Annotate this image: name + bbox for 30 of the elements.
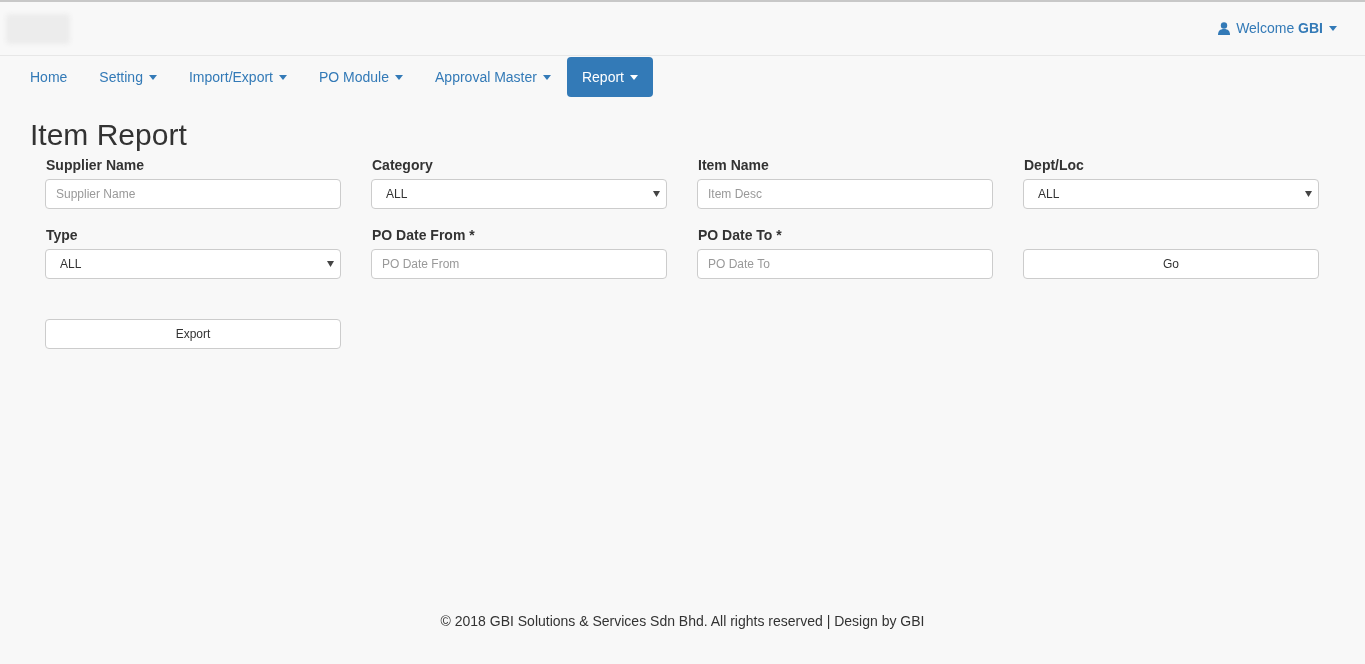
footer-text: © 2018 GBI Solutions & Services Sdn Bhd. All rights reserved | Design by GBI — [439, 612, 926, 631]
caret-icon — [327, 261, 334, 267]
field-label: PO Date From * — [371, 226, 476, 245]
nav-item[interactable]: Home — [14, 57, 84, 97]
user-menu-link[interactable]: Welcome GBI — [1218, 18, 1337, 39]
dropdown-select[interactable]: ALL — [45, 249, 341, 279]
nav-item[interactable]: Approval Master — [419, 57, 567, 97]
action-button[interactable]: Go — [1023, 249, 1319, 279]
caret-icon — [1305, 191, 1312, 197]
nav-item[interactable]: PO Module — [303, 57, 420, 97]
caret-icon — [1329, 26, 1337, 31]
input-field[interactable]: Supplier Name — [45, 179, 341, 209]
page-title: Item Report — [30, 117, 188, 153]
nav-item[interactable]: Import/Export — [172, 57, 303, 97]
user-icon — [1218, 22, 1231, 35]
caret-icon — [653, 191, 660, 197]
field-label: Supplier Name — [45, 156, 146, 175]
nav-item[interactable]: Report — [566, 57, 653, 97]
field-label: Item Name — [697, 156, 770, 175]
field-label: Category — [371, 156, 434, 175]
field-label: PO Date To * — [697, 226, 783, 245]
input-field[interactable]: Item Desc — [697, 179, 993, 209]
nav-item[interactable]: Setting — [83, 57, 173, 97]
dropdown-select[interactable]: ALL — [371, 179, 667, 209]
input-field[interactable]: PO Date From — [371, 249, 667, 279]
field-label: Type — [45, 226, 79, 245]
action-button[interactable]: Export — [45, 319, 341, 349]
field-label: Dept/Loc — [1023, 156, 1085, 175]
dropdown-select[interactable]: ALL — [1023, 179, 1319, 209]
input-field[interactable]: PO Date To — [697, 249, 993, 279]
